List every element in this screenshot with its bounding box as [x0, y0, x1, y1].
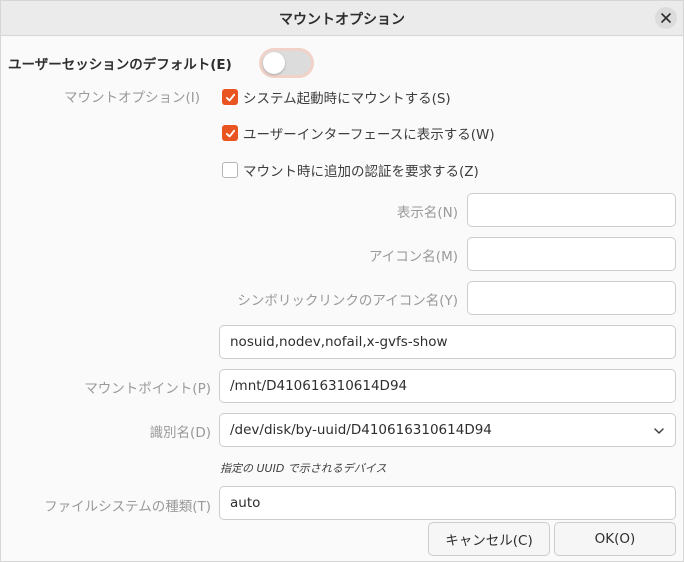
identifier-value: /dev/disk/by-uuid/D410616310614D94 [230, 422, 492, 438]
mount-point-label: マウントポイント(P) [84, 381, 211, 397]
require-auth-label: マウント時に追加の認証を要求する(Z) [243, 164, 479, 180]
require-auth-checkbox[interactable] [222, 162, 238, 178]
display-name-input[interactable] [467, 193, 676, 227]
symbolic-icon-name-input[interactable] [467, 281, 676, 315]
switch-knob [263, 52, 285, 74]
user-session-default-label: ユーザーセッションのデフォルト(E) [8, 57, 232, 73]
fs-type-value: auto [230, 495, 261, 511]
icon-name-input[interactable] [467, 237, 676, 271]
icon-name-label: アイコン名(M) [368, 249, 458, 265]
identifier-label: 識別名(D) [149, 425, 211, 441]
mount-point-input[interactable]: /mnt/D410616310614D94 [219, 369, 676, 403]
mount-options-value: nosuid,nodev,nofail,x-gvfs-show [230, 334, 448, 350]
show-in-ui-checkbox-row[interactable]: ユーザーインターフェースに表示する(W) [222, 123, 495, 143]
display-name-label: 表示名(N) [396, 205, 458, 221]
fs-type-label: ファイルシステムの種類(T) [44, 499, 211, 515]
mount-options-label: マウントオプション(I) [64, 90, 201, 106]
require-auth-checkbox-row[interactable]: マウント時に追加の認証を要求する(Z) [222, 160, 479, 180]
show-in-ui-label: ユーザーインターフェースに表示する(W) [243, 127, 495, 143]
identifier-hint: 指定の UUID で示されるデバイス [220, 462, 387, 475]
cancel-button[interactable]: キャンセル(C) [428, 522, 550, 556]
checkmark-icon [225, 93, 235, 101]
dialog-title: マウントオプション [279, 12, 405, 28]
show-in-ui-checkbox[interactable] [222, 125, 238, 141]
chevron-down-icon [654, 428, 664, 434]
startup-mount-label: システム起動時にマウントする(S) [243, 91, 451, 107]
symbolic-icon-name-label: シンボリックリンクのアイコン名(Y) [237, 293, 458, 309]
mount-options-dialog: マウントオプション ユーザーセッションのデフォルト(E) マウントオプション(I… [0, 0, 684, 562]
mount-point-value: /mnt/D410616310614D94 [230, 378, 408, 394]
ok-button[interactable]: OK(O) [554, 522, 676, 556]
mount-options-input[interactable]: nosuid,nodev,nofail,x-gvfs-show [219, 325, 676, 359]
fs-type-input[interactable]: auto [219, 486, 676, 520]
identifier-combo[interactable]: /dev/disk/by-uuid/D410616310614D94 [219, 413, 676, 447]
close-button[interactable] [655, 7, 677, 29]
checkmark-icon [225, 129, 235, 137]
titlebar: マウントオプション [1, 1, 683, 36]
close-icon [661, 13, 671, 23]
user-session-default-switch[interactable] [259, 48, 314, 78]
startup-mount-checkbox-row[interactable]: システム起動時にマウントする(S) [222, 87, 451, 107]
startup-mount-checkbox[interactable] [222, 89, 238, 105]
